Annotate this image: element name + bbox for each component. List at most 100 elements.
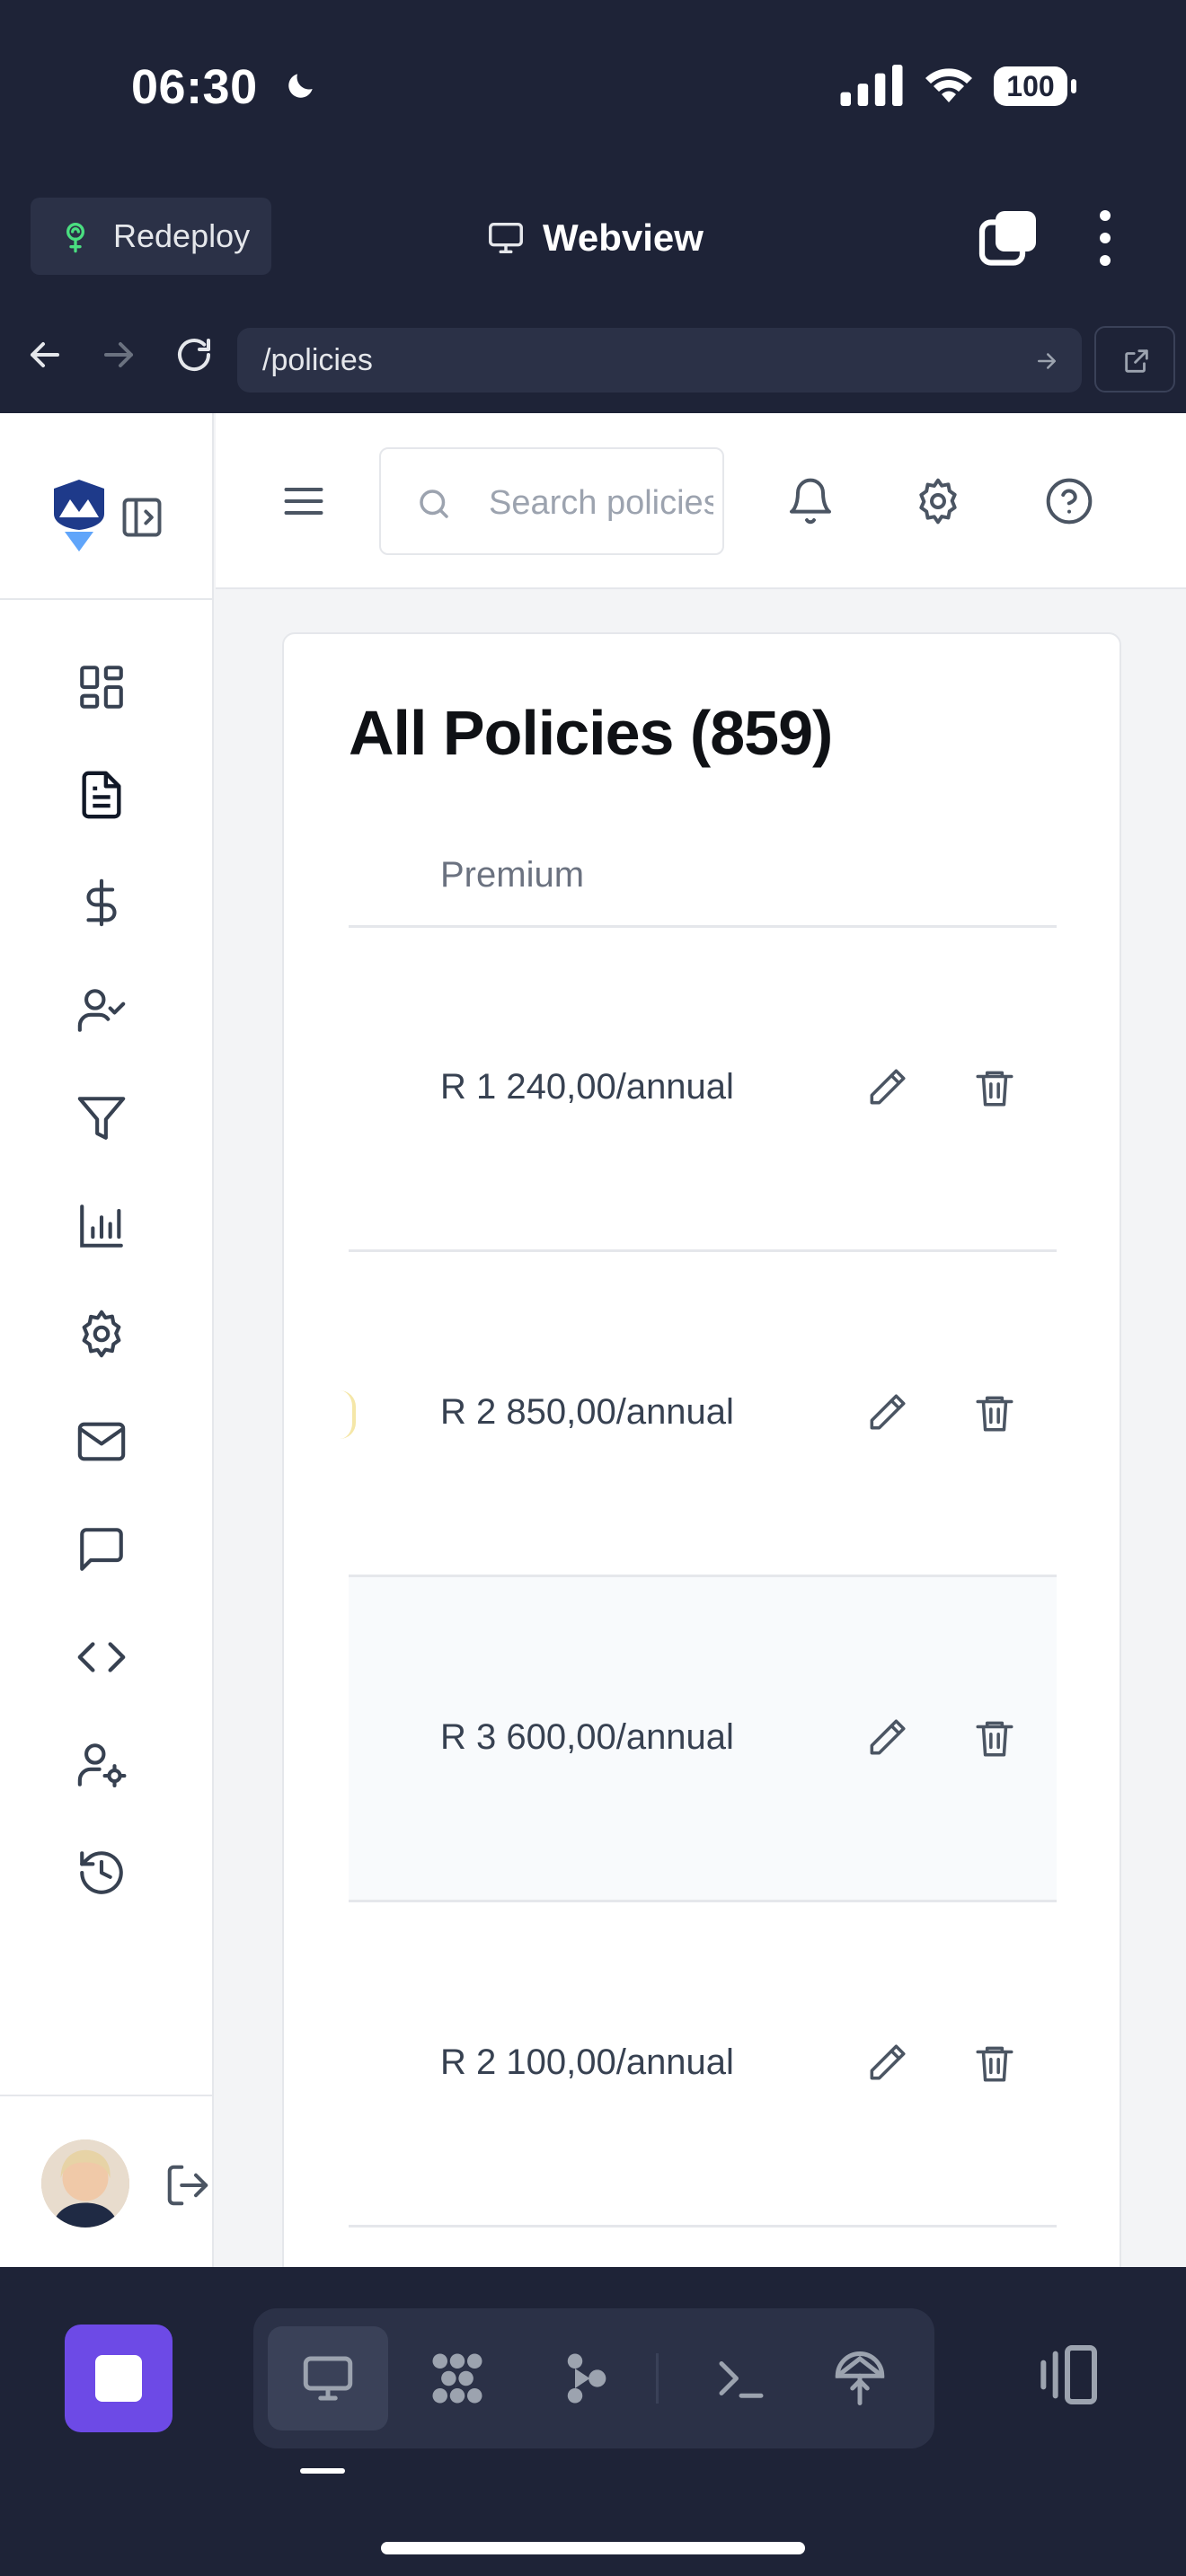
user-cog-icon bbox=[77, 1743, 127, 1788]
sidebar-item-mail[interactable] bbox=[75, 1416, 128, 1468]
sidebar-item-filters[interactable] bbox=[75, 1092, 128, 1144]
edit-icon[interactable] bbox=[864, 1065, 909, 1110]
external-link-icon bbox=[1125, 349, 1148, 373]
row-premium: R 2 100,00/annual bbox=[440, 2042, 734, 2082]
bar-chart-icon bbox=[80, 1204, 123, 1248]
devices-icon[interactable] bbox=[1031, 2339, 1103, 2411]
sidebar-footer bbox=[0, 2095, 212, 2267]
forward-arrow-icon[interactable] bbox=[97, 333, 140, 376]
dashboard-icon bbox=[80, 666, 123, 709]
more-options-button[interactable] bbox=[1087, 207, 1123, 269]
status-time: 06:30 bbox=[131, 60, 258, 114]
battery-level: 100 bbox=[1006, 70, 1054, 102]
table-row[interactable]: R 3 600,00/annual bbox=[349, 1577, 1057, 1902]
edit-icon[interactable] bbox=[864, 1390, 909, 1435]
row-premium: R 1 240,00/annual bbox=[440, 1067, 734, 1107]
brand-logo[interactable] bbox=[52, 478, 106, 553]
sidebar-item-settings[interactable] bbox=[75, 1308, 128, 1360]
settings-icon bbox=[82, 1310, 121, 1358]
deploy-icon bbox=[835, 2351, 885, 2405]
divider bbox=[656, 2353, 659, 2404]
tool-switcher bbox=[253, 2308, 934, 2448]
avatar-image bbox=[41, 2139, 129, 2228]
agent-icon bbox=[567, 2353, 606, 2404]
monitor-icon bbox=[303, 2356, 353, 2401]
tool-workspace[interactable] bbox=[397, 2326, 518, 2430]
filter-icon bbox=[77, 1097, 126, 1140]
gear-icon[interactable] bbox=[913, 476, 963, 526]
dollar-icon bbox=[86, 878, 117, 927]
history-icon bbox=[80, 1851, 123, 1894]
avatar[interactable] bbox=[41, 2139, 129, 2228]
table-row[interactable]: R 2 100,00/annual bbox=[349, 1902, 1057, 2228]
url-path: /policies bbox=[262, 342, 373, 377]
webview-tab-title[interactable]: Webview bbox=[485, 207, 704, 269]
deploy-icon bbox=[66, 223, 84, 253]
tool-deployments[interactable] bbox=[800, 2326, 920, 2430]
table-row[interactable]: R 1 240,00/annual bbox=[349, 927, 1057, 1252]
url-input[interactable]: /policies bbox=[237, 328, 1082, 393]
sidebar-item-billing[interactable] bbox=[75, 877, 128, 929]
replit-bottom-dock bbox=[0, 2267, 1186, 2576]
table-row[interactable]: R 2 850,00/annual bbox=[349, 1252, 1057, 1577]
stop-icon bbox=[95, 2355, 142, 2402]
search-icon bbox=[420, 490, 448, 518]
sidebar-item-policies[interactable] bbox=[75, 769, 128, 821]
trash-icon[interactable] bbox=[972, 1390, 1017, 1435]
monitor-icon bbox=[489, 222, 523, 254]
message-icon bbox=[80, 1528, 123, 1571]
status-badge-edge bbox=[340, 1390, 356, 1439]
logout-icon[interactable] bbox=[164, 2161, 212, 2210]
user-check-icon bbox=[77, 989, 126, 1032]
go-arrow-icon[interactable] bbox=[1033, 348, 1060, 375]
sidebar-item-developer[interactable] bbox=[75, 1631, 128, 1683]
sidebar-item-history[interactable] bbox=[75, 1847, 128, 1899]
trash-icon[interactable] bbox=[972, 1065, 1017, 1110]
app-header bbox=[216, 413, 1186, 589]
active-tab-indicator bbox=[300, 2468, 345, 2474]
tool-webview[interactable] bbox=[268, 2326, 388, 2430]
back-arrow-icon[interactable] bbox=[23, 333, 66, 376]
sidebar-item-reports[interactable] bbox=[75, 1200, 128, 1252]
policies-card: All Policies (859) Premium R 1 240,00/an… bbox=[282, 632, 1121, 2267]
open-external-button[interactable] bbox=[1094, 326, 1175, 393]
home-indicator bbox=[381, 2542, 805, 2554]
search-input[interactable] bbox=[489, 476, 713, 530]
webview-content: All Policies (859) Premium R 1 240,00/an… bbox=[0, 413, 1186, 2267]
help-icon[interactable] bbox=[1044, 476, 1094, 526]
stop-button[interactable] bbox=[65, 2325, 173, 2432]
cellular-signal-icon bbox=[840, 65, 903, 106]
status-bar: 06:30 100 bbox=[0, 0, 1186, 171]
webview-title-label: Webview bbox=[543, 216, 704, 259]
page-title: All Policies (859) bbox=[349, 698, 833, 768]
row-premium: R 2 850,00/annual bbox=[440, 1392, 734, 1432]
redeploy-label: Redeploy bbox=[113, 217, 251, 254]
trash-icon[interactable] bbox=[972, 1716, 1017, 1760]
trash-icon[interactable] bbox=[972, 2041, 1017, 2086]
moon-icon bbox=[288, 74, 313, 98]
edit-icon[interactable] bbox=[864, 1716, 909, 1760]
sidebar-item-dashboard[interactable] bbox=[75, 661, 128, 713]
policies-icon bbox=[82, 771, 121, 819]
reload-icon[interactable] bbox=[173, 333, 216, 376]
bell-icon[interactable] bbox=[785, 476, 836, 526]
code-icon bbox=[77, 1642, 126, 1672]
redeploy-button[interactable]: Redeploy bbox=[31, 198, 271, 275]
sidebar-item-messages[interactable] bbox=[75, 1523, 128, 1575]
battery-icon: 100 bbox=[994, 66, 1076, 106]
sidebar-item-user-settings[interactable] bbox=[75, 1739, 128, 1791]
sidebar-item-clients[interactable] bbox=[75, 984, 128, 1037]
tool-shell[interactable] bbox=[681, 2326, 801, 2430]
wifi-icon bbox=[925, 68, 972, 102]
tool-agent[interactable] bbox=[525, 2326, 645, 2430]
replit-top-bar: Redeploy Webview bbox=[0, 171, 1186, 477]
edit-icon[interactable] bbox=[864, 2041, 909, 2086]
row-premium: R 3 600,00/annual bbox=[440, 1717, 734, 1757]
sidebar-collapse-icon[interactable] bbox=[119, 494, 165, 541]
mail-icon bbox=[77, 1422, 126, 1461]
tabs-switcher-icon[interactable] bbox=[978, 207, 1040, 269]
terminal-icon bbox=[719, 2361, 764, 2398]
column-header-premium[interactable]: Premium bbox=[440, 855, 584, 895]
battery-indicator: 100 bbox=[992, 65, 1078, 108]
hamburger-menu-icon[interactable] bbox=[280, 478, 327, 525]
